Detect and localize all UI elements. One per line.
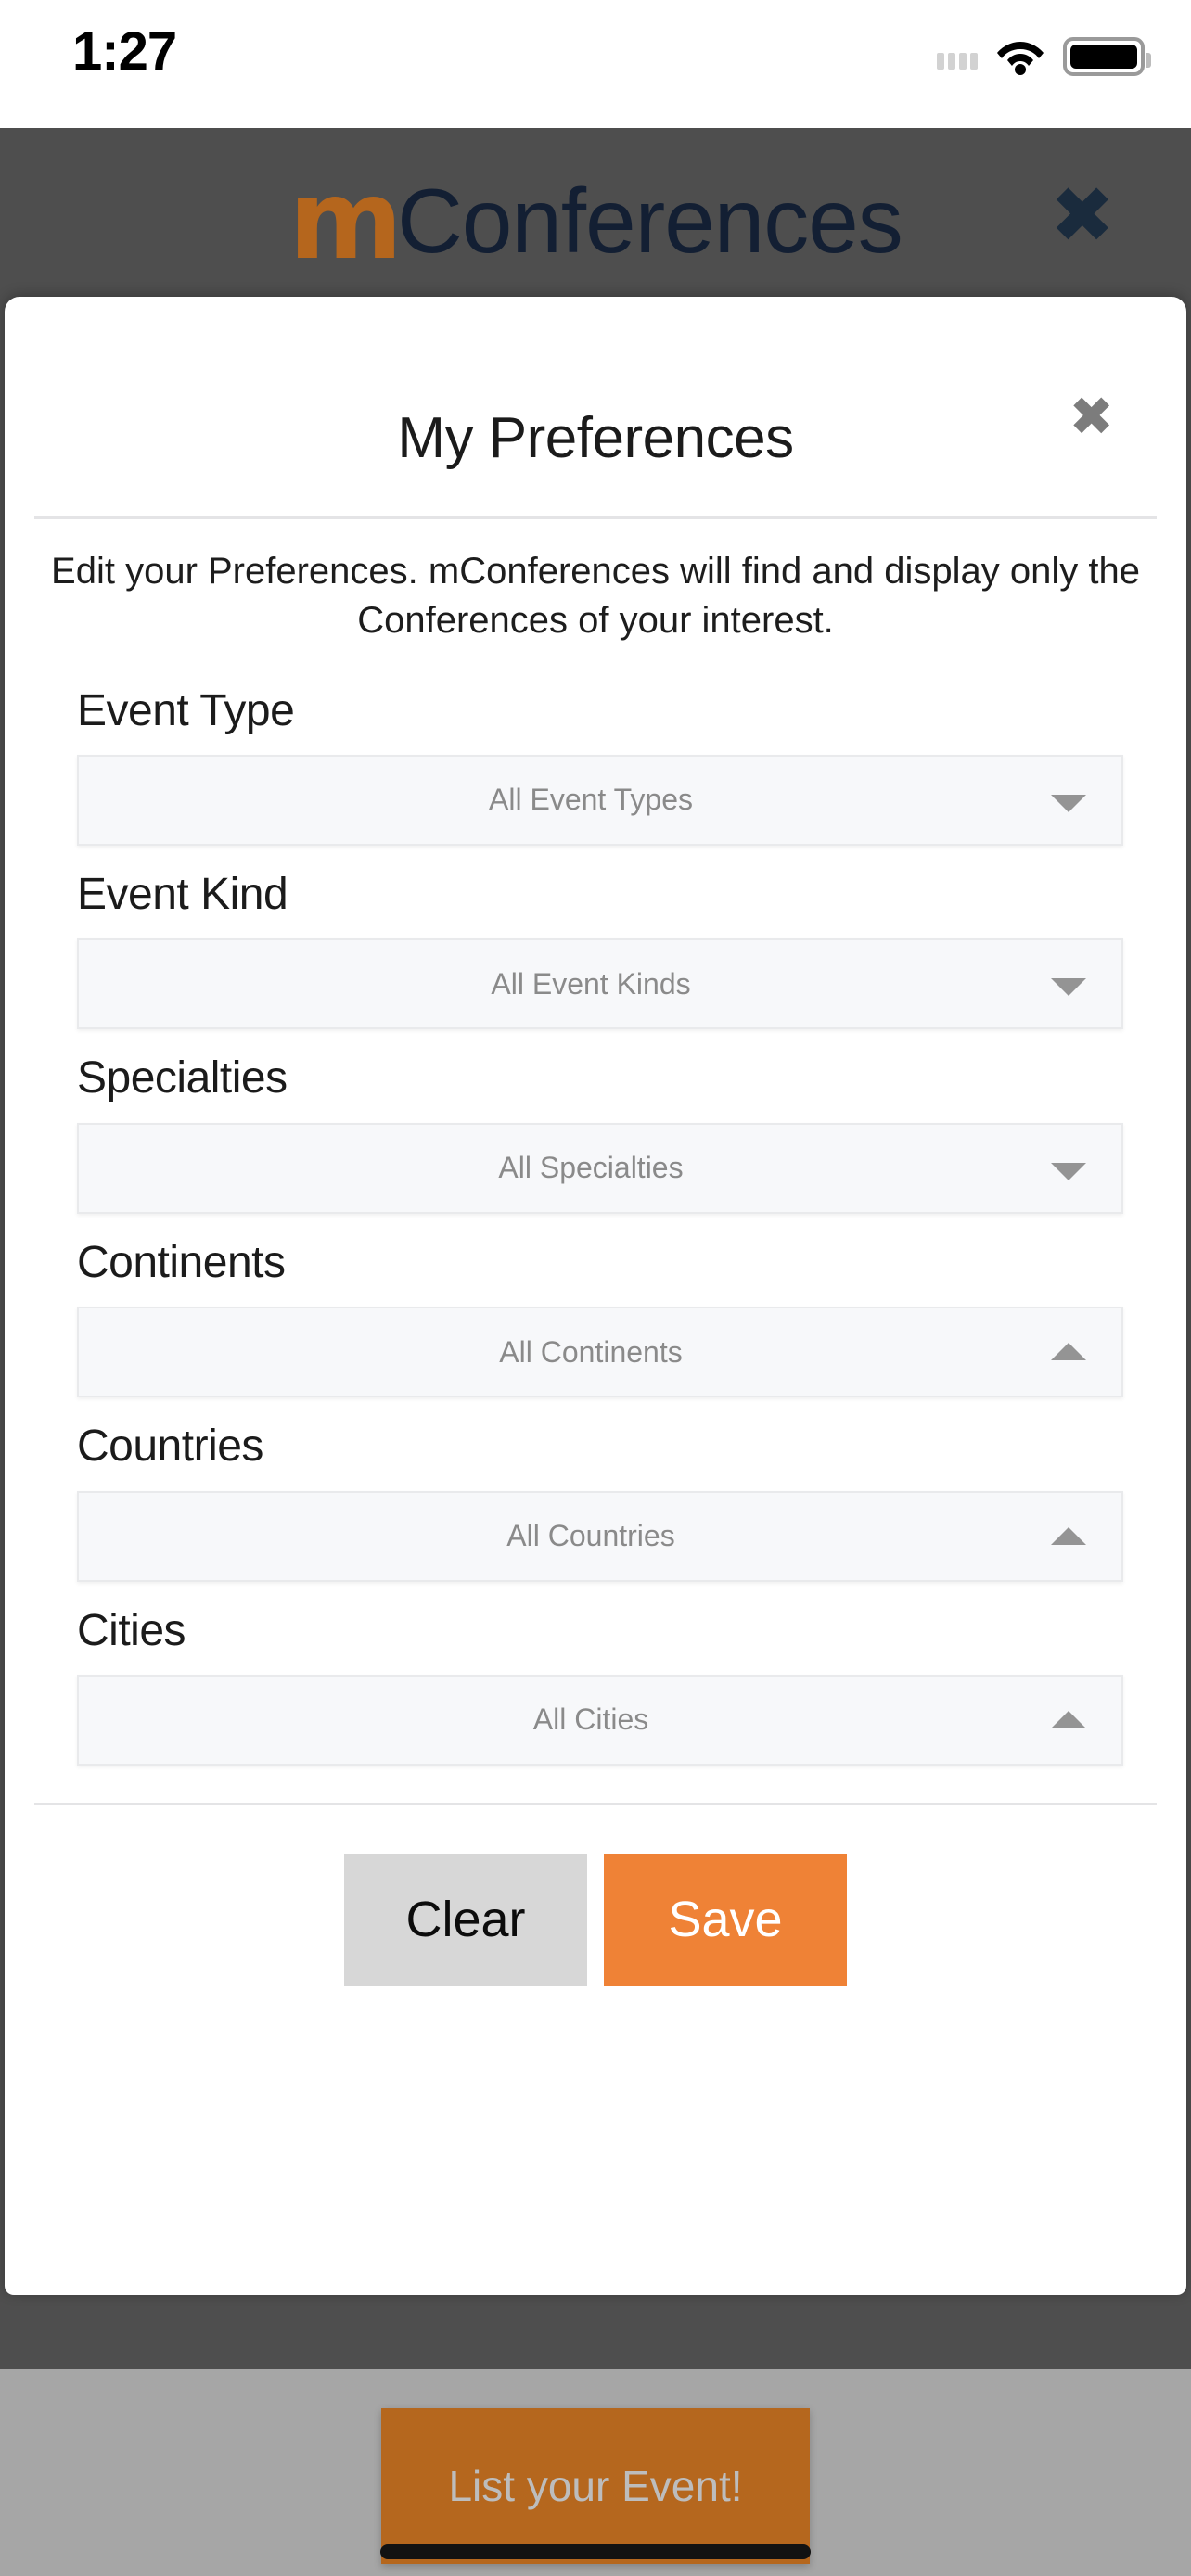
wifi-icon <box>996 38 1044 75</box>
field-label-event-kind: Event Kind <box>77 869 288 919</box>
status-bar-indicators <box>937 37 1151 76</box>
list-your-event-button[interactable]: List your Event! <box>381 2408 810 2564</box>
clear-button[interactable]: Clear <box>344 1853 587 1986</box>
select-value-countries: All Countries <box>506 1519 675 1553</box>
chevron-down-icon <box>1051 978 1086 997</box>
field-cities: Cities All Cities <box>5 1605 1186 1766</box>
preferences-modal: My Preferences ✖ Edit your Preferences. … <box>5 297 1186 2295</box>
bottom-bar: List your Event! <box>0 2369 1191 2576</box>
status-bar-time: 1:27 <box>72 21 177 82</box>
home-indicator <box>380 2544 811 2559</box>
header-divider <box>34 516 1157 519</box>
field-label-cities: Cities <box>77 1605 186 1655</box>
save-button[interactable]: Save <box>604 1853 847 1986</box>
modal-actions: Clear Save <box>5 1853 1186 1986</box>
modal-close-icon[interactable]: ✖ <box>1069 389 1114 443</box>
chevron-up-icon <box>1051 1343 1086 1361</box>
select-value-specialties: All Specialties <box>498 1151 684 1185</box>
select-specialties[interactable]: All Specialties <box>77 1122 1123 1214</box>
modal-header: My Preferences ✖ <box>5 297 1186 516</box>
field-label-continents: Continents <box>77 1237 286 1287</box>
app-brand-logo: mConferences <box>0 165 1191 274</box>
select-countries[interactable]: All Countries <box>77 1490 1123 1582</box>
status-bar: 1:27 <box>0 0 1191 128</box>
field-event-type: Event Type All Event Types <box>5 685 1186 846</box>
chevron-up-icon <box>1051 1526 1086 1545</box>
select-value-continents: All Continents <box>499 1334 683 1369</box>
field-event-kind: Event Kind All Event Kinds <box>5 869 1186 1030</box>
brand-prefix: m <box>288 156 403 284</box>
select-value-event-type: All Event Types <box>489 783 693 817</box>
field-label-event-type: Event Type <box>77 685 295 735</box>
battery-full-icon <box>1063 37 1151 76</box>
page-title: My Preferences <box>397 406 794 470</box>
field-continents: Continents All Continents <box>5 1237 1186 1398</box>
chevron-down-icon <box>1051 1162 1086 1180</box>
field-countries: Countries All Countries <box>5 1422 1186 1582</box>
chevron-up-icon <box>1051 1710 1086 1728</box>
actions-divider <box>34 1802 1157 1805</box>
signal-dots-icon <box>937 44 978 70</box>
select-continents[interactable]: All Continents <box>77 1307 1123 1398</box>
brand-name: Conferences <box>397 170 903 272</box>
modal-description: Edit your Preferences. mConferences will… <box>51 551 1140 641</box>
field-label-specialties: Specialties <box>77 1053 288 1103</box>
select-value-cities: All Cities <box>532 1702 649 1737</box>
select-cities[interactable]: All Cities <box>77 1674 1123 1766</box>
preferences-fields: Event Type All Event Types Event Kind Al… <box>5 685 1186 1766</box>
chevron-down-icon <box>1051 794 1086 812</box>
select-value-event-kind: All Event Kinds <box>491 966 691 1001</box>
app-close-icon[interactable]: ✖ <box>1050 176 1115 254</box>
select-event-kind[interactable]: All Event Kinds <box>77 938 1123 1030</box>
field-label-countries: Countries <box>77 1422 263 1472</box>
select-event-type[interactable]: All Event Types <box>77 754 1123 846</box>
field-specialties: Specialties All Specialties <box>5 1053 1186 1214</box>
